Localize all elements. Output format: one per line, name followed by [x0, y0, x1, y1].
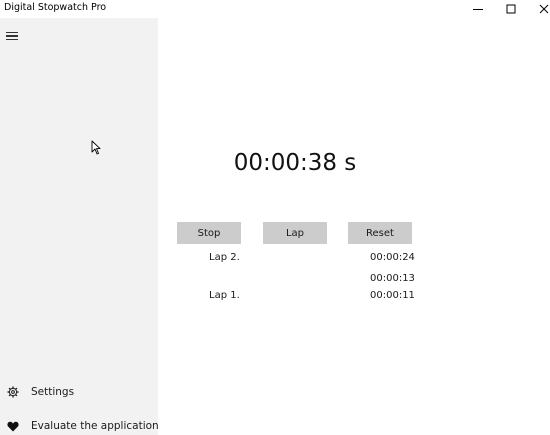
close-button[interactable] — [527, 0, 550, 17]
lap-split-time: 00:00:13 — [370, 273, 415, 284]
heart-icon — [6, 419, 20, 433]
lap-label: Lap 2. — [209, 252, 240, 263]
stop-button[interactable]: Stop — [177, 222, 241, 244]
lap-label: Lap 1. — [209, 290, 240, 301]
hamburger-icon[interactable] — [6, 30, 22, 42]
reset-button[interactable]: Reset — [348, 222, 412, 244]
maximize-icon — [506, 4, 515, 13]
close-icon — [539, 4, 548, 13]
mouse-cursor-icon — [91, 140, 101, 155]
sidebar-item-label: Settings — [31, 386, 75, 398]
elapsed-time-display: 00:00:38 s — [233, 150, 357, 176]
sidebar-item-settings[interactable]: Settings — [0, 381, 158, 403]
lap-total-time: 00:00:24 — [370, 252, 415, 263]
minimize-icon — [472, 8, 483, 10]
gear-icon — [6, 385, 20, 399]
minimize-button[interactable] — [461, 0, 494, 17]
sidebar-item-label: Evaluate the application — [31, 420, 159, 432]
app-title: Digital Stopwatch Pro — [4, 2, 107, 13]
sidebar-item-evaluate[interactable]: Evaluate the application — [0, 415, 159, 435]
sidebar: Settings Evaluate the application — [0, 18, 159, 435]
lap-button[interactable]: Lap — [263, 222, 327, 244]
title-bar: Digital Stopwatch Pro — [0, 0, 550, 18]
maximize-button[interactable] — [494, 0, 527, 17]
lap-total-time: 00:00:11 — [370, 290, 415, 301]
